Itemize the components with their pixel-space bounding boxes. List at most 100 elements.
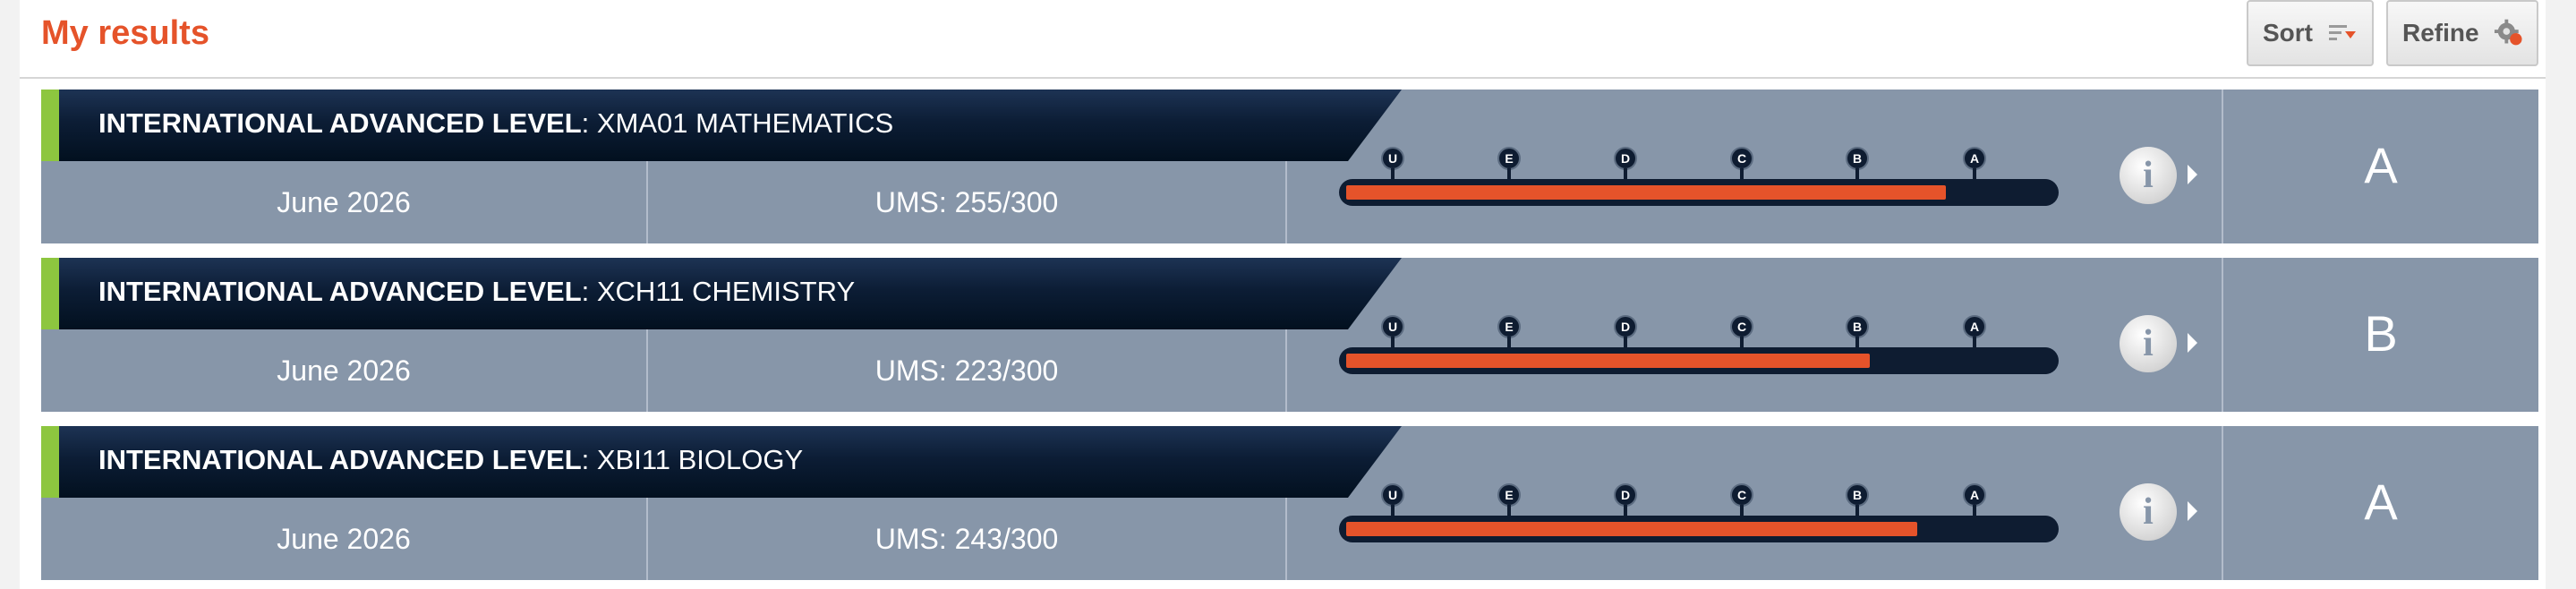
grade-boundary-stem: [1507, 505, 1511, 517]
grade-boundary-stem: [1855, 505, 1859, 517]
grade-boundary-label: U: [1381, 315, 1404, 338]
grade-boundary-marker: U: [1381, 483, 1404, 519]
expand-arrow-icon[interactable]: [2188, 501, 2197, 521]
grade-boundary-marker: C: [1730, 315, 1753, 351]
sort-label: Sort: [2263, 19, 2313, 47]
grade-value: A: [2364, 137, 2398, 193]
grade-boundary-stem: [1624, 337, 1627, 349]
grade-boundary-label: D: [1614, 147, 1637, 170]
grade-boundary-stem: [1624, 168, 1627, 181]
sort-button[interactable]: Sort: [2247, 0, 2374, 66]
grade-progress-bar: [1339, 516, 2059, 542]
info-icon[interactable]: i: [2120, 147, 2177, 204]
grade-boundary-marker: D: [1614, 483, 1637, 519]
grade-boundary-stem: [1391, 337, 1395, 349]
qualification-banner: INTERNATIONAL ADVANCED LEVEL: XMA01 MATH…: [59, 90, 1402, 161]
grade-boundary-stem: [1740, 337, 1744, 349]
grade-boundary-label: D: [1614, 315, 1637, 338]
exam-session: June 2026: [41, 329, 648, 412]
sort-lines-icon: [2329, 25, 2356, 40]
refine-button[interactable]: Refine: [2386, 0, 2538, 66]
grade-boundary-marker: A: [1963, 315, 1986, 351]
result-row: INTERNATIONAL ADVANCED LEVEL: XBI11 BIOL…: [41, 426, 2538, 580]
grade-boundary-label: A: [1963, 147, 1986, 170]
subject-name: : XBI11 BIOLOGY: [581, 444, 804, 475]
subject-name: : XMA01 MATHEMATICS: [581, 107, 894, 139]
ums-score: UMS: 255/300: [648, 161, 1287, 243]
grade-boundary-stem: [1973, 337, 1976, 349]
grade-progress-fill: [1346, 354, 1870, 368]
grade-boundary-stem: [1391, 505, 1395, 517]
grade-boundary-marker: B: [1846, 483, 1869, 519]
grade-boundary-stem: [1740, 505, 1744, 517]
grade-boundary-label: C: [1730, 147, 1753, 170]
grade-boundary-label: U: [1381, 147, 1404, 170]
grade-boundary-label: B: [1846, 315, 1869, 338]
qualification-level: INTERNATIONAL ADVANCED LEVEL: [98, 276, 582, 307]
qualification-banner: INTERNATIONAL ADVANCED LEVEL: XBI11 BIOL…: [59, 426, 1402, 498]
grade-boundary-marker: B: [1846, 147, 1869, 183]
result-row: INTERNATIONAL ADVANCED LEVEL: XCH11 CHEM…: [41, 258, 2538, 412]
exam-session: June 2026: [41, 498, 648, 580]
grade-progress-fill: [1346, 185, 1946, 200]
grade-boundary-stem: [1855, 168, 1859, 181]
grade-boundary-label: B: [1846, 147, 1869, 170]
ums-score: UMS: 243/300: [648, 498, 1287, 580]
qualification-level: INTERNATIONAL ADVANCED LEVEL: [98, 107, 582, 139]
grade-progress-bar: [1339, 347, 2059, 374]
grade-boundary-marker: C: [1730, 483, 1753, 519]
grade-boundary-label: C: [1730, 483, 1753, 507]
grade-boundary-marker: E: [1497, 483, 1521, 519]
qualification-banner: INTERNATIONAL ADVANCED LEVEL: XCH11 CHEM…: [59, 258, 1402, 329]
row-accent: [41, 426, 59, 498]
info-icon[interactable]: i: [2120, 483, 2177, 541]
refine-label: Refine: [2402, 19, 2479, 47]
grade-boundary-marker: A: [1963, 483, 1986, 519]
grade-boundary-label: E: [1497, 315, 1521, 338]
qualification-title: INTERNATIONAL ADVANCED LEVEL: XMA01 MATH…: [98, 107, 893, 140]
qualification-title: INTERNATIONAL ADVANCED LEVEL: XBI11 BIOL…: [98, 444, 803, 476]
grade-boundary-stem: [1973, 505, 1976, 517]
grade-boundary-label: D: [1614, 483, 1637, 507]
grade-boundary-marker: D: [1614, 147, 1637, 183]
grade-value: A: [2364, 474, 2398, 530]
qualification-title: INTERNATIONAL ADVANCED LEVEL: XCH11 CHEM…: [98, 276, 855, 308]
grade-boundary-marker: U: [1381, 147, 1404, 183]
grade-boundary-marker: E: [1497, 147, 1521, 183]
grade-boundary-label: E: [1497, 483, 1521, 507]
grade-boundary-stem: [1973, 168, 1976, 181]
grade-boundary-marker: C: [1730, 147, 1753, 183]
grade-boundary-stem: [1624, 505, 1627, 517]
exam-session: June 2026: [41, 161, 648, 243]
page-title: My results: [41, 14, 209, 52]
grade-boundary-stem: [1507, 337, 1511, 349]
grade-boundary-marker: B: [1846, 315, 1869, 351]
grade-boundary-label: A: [1963, 315, 1986, 338]
subject-name: : XCH11 CHEMISTRY: [581, 276, 856, 307]
grade-boundary-marker: E: [1497, 315, 1521, 351]
grade-boundary-marker: A: [1963, 147, 1986, 183]
grade-boundary-label: E: [1497, 147, 1521, 170]
grade-progress-fill: [1346, 522, 1917, 536]
info-icon[interactable]: i: [2120, 315, 2177, 372]
grade-progress-bar: [1339, 179, 2059, 206]
result-row: INTERNATIONAL ADVANCED LEVEL: XMA01 MATH…: [41, 90, 2538, 243]
refine-cog-icon: [2494, 19, 2522, 46]
row-accent: [41, 258, 59, 329]
row-accent: [41, 90, 59, 161]
grade-boundary-label: A: [1963, 483, 1986, 507]
grade-boundary-stem: [1855, 337, 1859, 349]
grade-boundary-marker: D: [1614, 315, 1637, 351]
expand-arrow-icon[interactable]: [2188, 333, 2197, 353]
grade-boundary-stem: [1391, 168, 1395, 181]
qualification-level: INTERNATIONAL ADVANCED LEVEL: [98, 444, 582, 475]
grade-boundary-label: C: [1730, 315, 1753, 338]
expand-arrow-icon[interactable]: [2188, 165, 2197, 184]
grade-boundary-label: B: [1846, 483, 1869, 507]
grade-boundary-marker: U: [1381, 315, 1404, 351]
grade-boundary-stem: [1507, 168, 1511, 181]
ums-score: UMS: 223/300: [648, 329, 1287, 412]
grade-boundary-stem: [1740, 168, 1744, 181]
results-header: My results Sort Refine: [20, 0, 2546, 79]
grade-boundary-label: U: [1381, 483, 1404, 507]
